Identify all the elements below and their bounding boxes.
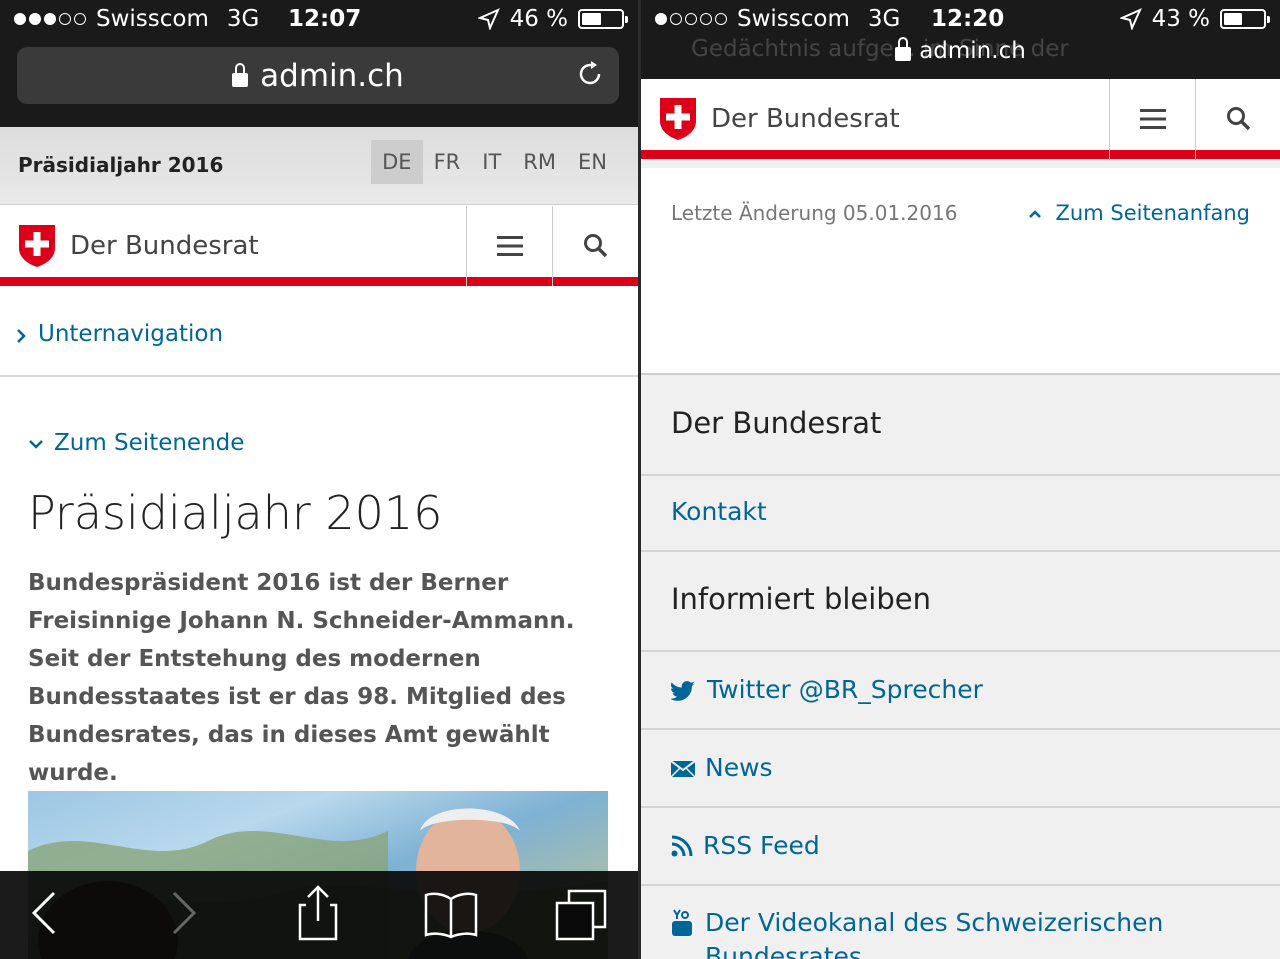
subnavigation-label: Unternavigation [38, 321, 224, 347]
battery-icon [1220, 9, 1270, 29]
share-icon[interactable] [296, 883, 340, 941]
search-icon [583, 234, 607, 258]
lang-de[interactable]: DE [371, 140, 423, 184]
clock: 12:20 [931, 6, 1005, 32]
lang-en[interactable]: EN [567, 140, 618, 184]
chevron-right-icon [17, 329, 26, 343]
network-type: 3G [226, 6, 260, 32]
site-header: Der Bundesrat [0, 206, 638, 286]
signal-dots-icon [14, 13, 86, 25]
lang-fr[interactable]: FR [423, 140, 472, 184]
swiss-cross-shield-icon [19, 225, 55, 267]
battery-percent: 46 % [509, 6, 568, 32]
back-icon[interactable] [30, 889, 58, 937]
browser-chrome: Gedächtnis aufge... im Sinne der Swissco… [641, 0, 1280, 79]
left-phone-screen: Swisscom 3G 12:07 46 % admin.ch Präsidia… [0, 0, 638, 959]
signal-dots-icon [655, 13, 727, 25]
chevron-up-icon [1028, 210, 1041, 218]
reload-icon[interactable] [575, 59, 605, 89]
hamburger-icon [496, 236, 523, 256]
back-to-top-link[interactable]: Zum Seitenanfang [1028, 201, 1250, 225]
rss-icon [671, 835, 693, 857]
twitter-icon [671, 681, 695, 701]
subnavigation-toggle[interactable]: Unternavigation [0, 297, 638, 377]
menu-button[interactable] [1109, 79, 1195, 159]
back-to-top-label: Zum Seitenanfang [1055, 201, 1250, 225]
address-bar[interactable]: admin.ch [17, 47, 619, 104]
carrier-name: Swisscom [96, 6, 209, 32]
footer-link-twitter[interactable]: Twitter @BR_Sprecher [641, 652, 1280, 730]
language-switcher: DE FR IT RM EN [371, 140, 618, 184]
menu-button[interactable] [466, 206, 552, 286]
search-icon [1226, 107, 1250, 131]
envelope-icon [671, 761, 695, 777]
contact-link-label: Kontakt [671, 497, 767, 526]
news-link-label: News [705, 753, 773, 782]
network-type: 3G [867, 6, 901, 32]
footer-section-title: Der Bundesrat [671, 406, 882, 440]
chevron-down-icon [29, 440, 43, 449]
lang-rm[interactable]: RM [512, 140, 567, 184]
brand-name: Der Bundesrat [711, 104, 900, 134]
footer-section-bundesrat: Der Bundesrat [641, 376, 1280, 476]
hamburger-icon [1139, 109, 1166, 129]
battery-percent: 43 % [1151, 6, 1210, 32]
footer-link-news[interactable]: News [641, 730, 1280, 808]
location-arrow-icon [477, 8, 500, 30]
browser-toolbar [0, 871, 638, 959]
status-bar: Swisscom 3G 12:20 43 % [641, 0, 1280, 40]
footer-link-video[interactable]: Der Videokanal des Schweizerischen Bunde… [641, 886, 1280, 959]
last-modified-date: Letzte Änderung 05.01.2016 [671, 201, 958, 225]
right-phone-screen: Gedächtnis aufge... im Sinne der Swissco… [641, 0, 1280, 959]
jump-to-end-link[interactable]: Zum Seitenende [54, 430, 244, 456]
battery-icon [578, 9, 628, 29]
page-title: Präsidialjahr 2016 [28, 486, 443, 540]
browser-chrome: Swisscom 3G 12:07 46 % admin.ch [0, 0, 638, 127]
url-text: admin.ch [919, 38, 1026, 64]
lock-icon [232, 62, 249, 87]
language-bar: Präsidialjahr 2016 DE FR IT RM EN [0, 127, 638, 205]
brand-name: Der Bundesrat [70, 231, 259, 261]
search-button[interactable] [1195, 79, 1280, 159]
url-text: admin.ch [260, 57, 404, 94]
lang-bar-title: Präsidialjahr 2016 [18, 153, 224, 177]
last-modified-bar: Letzte Änderung 05.01.2016 Zum Seitenanf… [641, 168, 1280, 375]
lock-icon [895, 37, 912, 61]
site-header: Der Bundesrat [641, 79, 1280, 159]
location-arrow-icon [1119, 8, 1142, 30]
lang-it[interactable]: IT [471, 140, 512, 184]
search-button[interactable] [552, 206, 638, 286]
rss-link-label: RSS Feed [703, 831, 820, 860]
video-link-label: Der Videokanal des Schweizerischen Bunde… [705, 908, 1164, 959]
brand-logo-link[interactable]: Der Bundesrat [659, 97, 900, 141]
twitter-link-label: Twitter @BR_Sprecher [707, 675, 983, 704]
footer-link-rss[interactable]: RSS Feed [641, 808, 1280, 886]
swiss-cross-shield-icon [660, 98, 696, 140]
brand-logo-link[interactable]: Der Bundesrat [18, 224, 259, 268]
status-bar: Swisscom 3G 12:07 46 % [0, 0, 638, 40]
footer-section-title: Informiert bleiben [671, 582, 931, 616]
footer-section-informiert: Informiert bleiben [641, 552, 1280, 652]
forward-icon[interactable] [170, 889, 198, 937]
address-bar[interactable]: admin.ch [641, 37, 1280, 64]
carrier-name: Swisscom [737, 6, 850, 32]
youtube-icon [672, 909, 692, 936]
clock: 12:07 [288, 6, 362, 32]
tabs-icon[interactable] [555, 889, 607, 941]
footer-link-contact[interactable]: Kontakt [641, 476, 1280, 552]
lead-paragraph: Bundespräsident 2016 ist der Berner Frei… [28, 570, 575, 786]
bookmarks-icon[interactable] [424, 891, 478, 939]
